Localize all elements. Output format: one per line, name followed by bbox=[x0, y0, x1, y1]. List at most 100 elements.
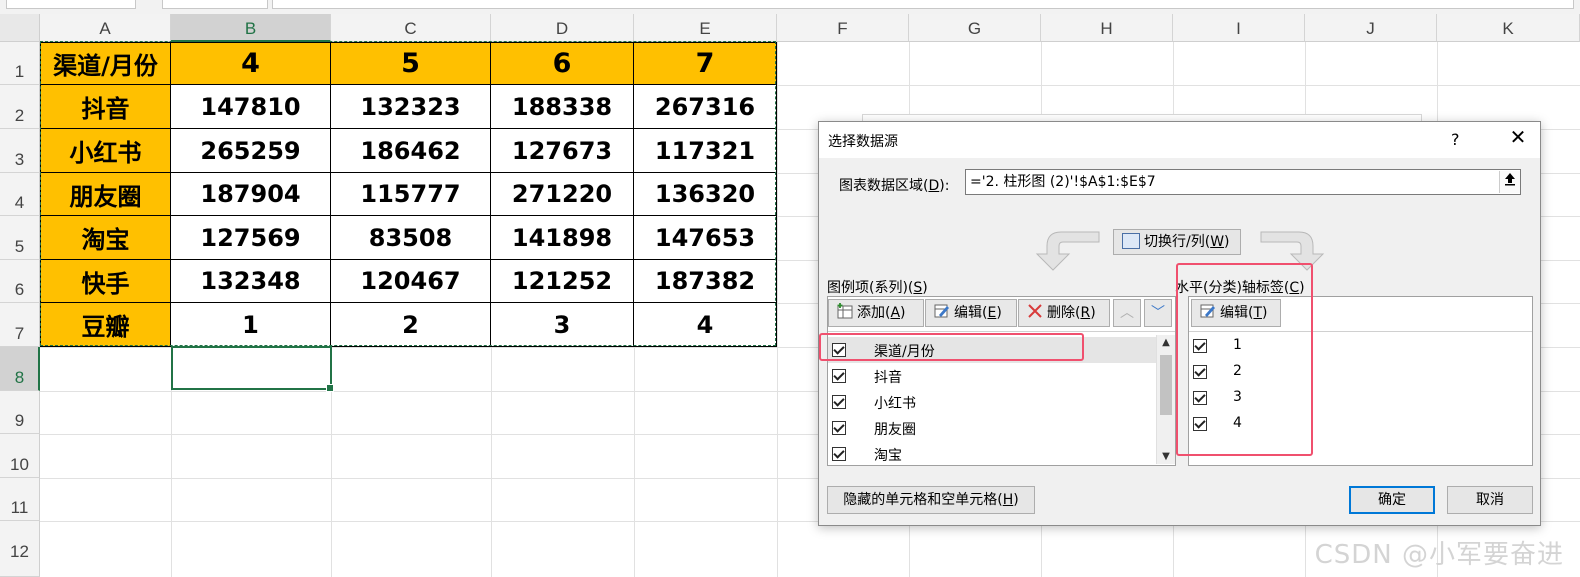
chart-data-range-input[interactable]: ='2. 柱形图 (2)'!$A$1:$E$7 bbox=[965, 169, 1521, 195]
cell-b1[interactable]: 4 bbox=[171, 42, 331, 85]
cell-c7[interactable]: 2 bbox=[331, 303, 491, 347]
cell-e5[interactable]: 147653 bbox=[634, 216, 777, 260]
series-item[interactable]: 淘宝 bbox=[828, 441, 1175, 467]
cell-c3[interactable]: 186462 bbox=[331, 129, 491, 173]
collapse-range-button[interactable] bbox=[1499, 171, 1520, 193]
row-header-1[interactable]: 1 bbox=[0, 42, 40, 85]
active-cell-b8[interactable] bbox=[171, 346, 334, 392]
cell-c1[interactable]: 5 bbox=[331, 42, 491, 85]
cell-a4[interactable]: 朋友圈 bbox=[40, 173, 171, 216]
row-header-12[interactable]: 12 bbox=[0, 521, 40, 577]
row-header-5[interactable]: 5 bbox=[0, 216, 40, 260]
row-header-6[interactable]: 6 bbox=[0, 260, 40, 303]
row-header-9[interactable]: 9 bbox=[0, 391, 40, 434]
cell-b7[interactable]: 1 bbox=[171, 303, 331, 347]
series-checkbox[interactable] bbox=[832, 447, 846, 461]
category-checkbox[interactable] bbox=[1193, 339, 1207, 353]
scroll-thumb[interactable] bbox=[1160, 355, 1172, 415]
row-header-4[interactable]: 4 bbox=[0, 173, 40, 216]
select-all-corner[interactable] bbox=[0, 14, 40, 42]
cell-e7[interactable]: 4 bbox=[634, 303, 777, 347]
series-item[interactable]: 小红书 bbox=[828, 389, 1175, 415]
row-header-3[interactable]: 3 bbox=[0, 129, 40, 173]
edit-series-button[interactable]: 编辑(E) bbox=[925, 299, 1017, 327]
cell-b6[interactable]: 132348 bbox=[171, 260, 331, 303]
scroll-up-icon[interactable]: ▲ bbox=[1159, 337, 1173, 348]
dialog-titlebar[interactable]: 选择数据源 ? ✕ bbox=[819, 122, 1540, 158]
cell-d7[interactable]: 3 bbox=[491, 303, 634, 347]
series-item[interactable]: 朋友圈 bbox=[828, 415, 1175, 441]
cell-c6[interactable]: 120467 bbox=[331, 260, 491, 303]
category-item[interactable]: 2 bbox=[1189, 359, 1532, 385]
series-checkbox[interactable] bbox=[832, 421, 846, 435]
category-checkbox[interactable] bbox=[1193, 417, 1207, 431]
series-item[interactable]: 渠道/月份 bbox=[828, 337, 1156, 363]
column-header-c[interactable]: C bbox=[331, 14, 491, 42]
cancel-button[interactable]: 取消 bbox=[1447, 486, 1533, 514]
cell-d5[interactable]: 141898 bbox=[491, 216, 634, 260]
cell-b2[interactable]: 147810 bbox=[171, 85, 331, 129]
cell-d6[interactable]: 121252 bbox=[491, 260, 634, 303]
cell-a3[interactable]: 小红书 bbox=[40, 129, 171, 173]
name-box[interactable] bbox=[6, 0, 136, 9]
column-header-e[interactable]: E bbox=[634, 14, 777, 42]
move-down-button[interactable]: ﹀ bbox=[1144, 299, 1172, 327]
cell-d4[interactable]: 271220 bbox=[491, 173, 634, 216]
fill-handle[interactable] bbox=[326, 384, 334, 392]
edit-axis-labels-button[interactable]: 编辑(T) bbox=[1191, 299, 1281, 327]
cell-e4[interactable]: 136320 bbox=[634, 173, 777, 216]
add-series-button[interactable]: 添加(A) bbox=[828, 299, 924, 327]
column-header-f[interactable]: F bbox=[777, 14, 909, 42]
cell-a6[interactable]: 快手 bbox=[40, 260, 171, 303]
cell-d2[interactable]: 188338 bbox=[491, 85, 634, 129]
column-header-i[interactable]: I bbox=[1173, 14, 1305, 42]
switch-row-column-button[interactable]: 切换行/列(W) bbox=[1113, 229, 1241, 255]
row-header-2[interactable]: 2 bbox=[0, 85, 40, 129]
formula-input[interactable] bbox=[272, 0, 1574, 9]
column-header-g[interactable]: G bbox=[909, 14, 1041, 42]
cell-a2[interactable]: 抖音 bbox=[40, 85, 171, 129]
cell-c2[interactable]: 132323 bbox=[331, 85, 491, 129]
series-checkbox[interactable] bbox=[832, 369, 846, 383]
series-checkbox[interactable] bbox=[832, 395, 846, 409]
category-item[interactable]: 1 bbox=[1189, 333, 1532, 359]
category-checkbox[interactable] bbox=[1193, 365, 1207, 379]
cell-b3[interactable]: 265259 bbox=[171, 129, 331, 173]
cell-a5[interactable]: 淘宝 bbox=[40, 216, 171, 260]
help-icon[interactable]: ? bbox=[1451, 130, 1460, 149]
scroll-down-icon[interactable]: ▼ bbox=[1159, 451, 1173, 462]
move-up-button[interactable]: ︿ bbox=[1113, 299, 1141, 327]
category-checkbox[interactable] bbox=[1193, 391, 1207, 405]
cell-d3[interactable]: 127673 bbox=[491, 129, 634, 173]
column-header-a[interactable]: A bbox=[40, 14, 171, 42]
close-icon[interactable]: ✕ bbox=[1503, 125, 1533, 149]
series-item[interactable]: 抖音 bbox=[828, 363, 1175, 389]
cell-a7[interactable]: 豆瓣 bbox=[40, 303, 171, 347]
cell-d1[interactable]: 6 bbox=[491, 42, 634, 85]
row-header-10[interactable]: 10 bbox=[0, 434, 40, 478]
cell-b4[interactable]: 187904 bbox=[171, 173, 331, 216]
hidden-empty-cells-button[interactable]: 隐藏的单元格和空单元格(H) bbox=[827, 486, 1035, 514]
column-header-d[interactable]: D bbox=[491, 14, 634, 42]
ok-button[interactable]: 确定 bbox=[1349, 486, 1435, 514]
category-item[interactable]: 4 bbox=[1189, 411, 1532, 437]
cell-e3[interactable]: 117321 bbox=[634, 129, 777, 173]
column-header-b[interactable]: B bbox=[171, 14, 331, 42]
row-header-11[interactable]: 11 bbox=[0, 478, 40, 521]
series-checkbox[interactable] bbox=[832, 343, 846, 357]
cell-b5[interactable]: 127569 bbox=[171, 216, 331, 260]
row-header-7[interactable]: 7 bbox=[0, 303, 40, 347]
cell-e2[interactable]: 267316 bbox=[634, 85, 777, 129]
cell-c4[interactable]: 115777 bbox=[331, 173, 491, 216]
cell-e6[interactable]: 187382 bbox=[634, 260, 777, 303]
series-scrollbar[interactable]: ▲ ▼ bbox=[1156, 335, 1175, 464]
category-item[interactable]: 3 bbox=[1189, 385, 1532, 411]
column-header-j[interactable]: J bbox=[1305, 14, 1437, 42]
column-header-h[interactable]: H bbox=[1041, 14, 1173, 42]
cell-a1[interactable]: 渠道/月份 bbox=[40, 42, 171, 85]
row-header-8[interactable]: 8 bbox=[0, 347, 40, 391]
cell-c5[interactable]: 83508 bbox=[331, 216, 491, 260]
column-header-k[interactable]: K bbox=[1437, 14, 1580, 42]
cell-e1[interactable]: 7 bbox=[634, 42, 777, 85]
delete-series-button[interactable]: 删除(R) bbox=[1018, 299, 1110, 327]
